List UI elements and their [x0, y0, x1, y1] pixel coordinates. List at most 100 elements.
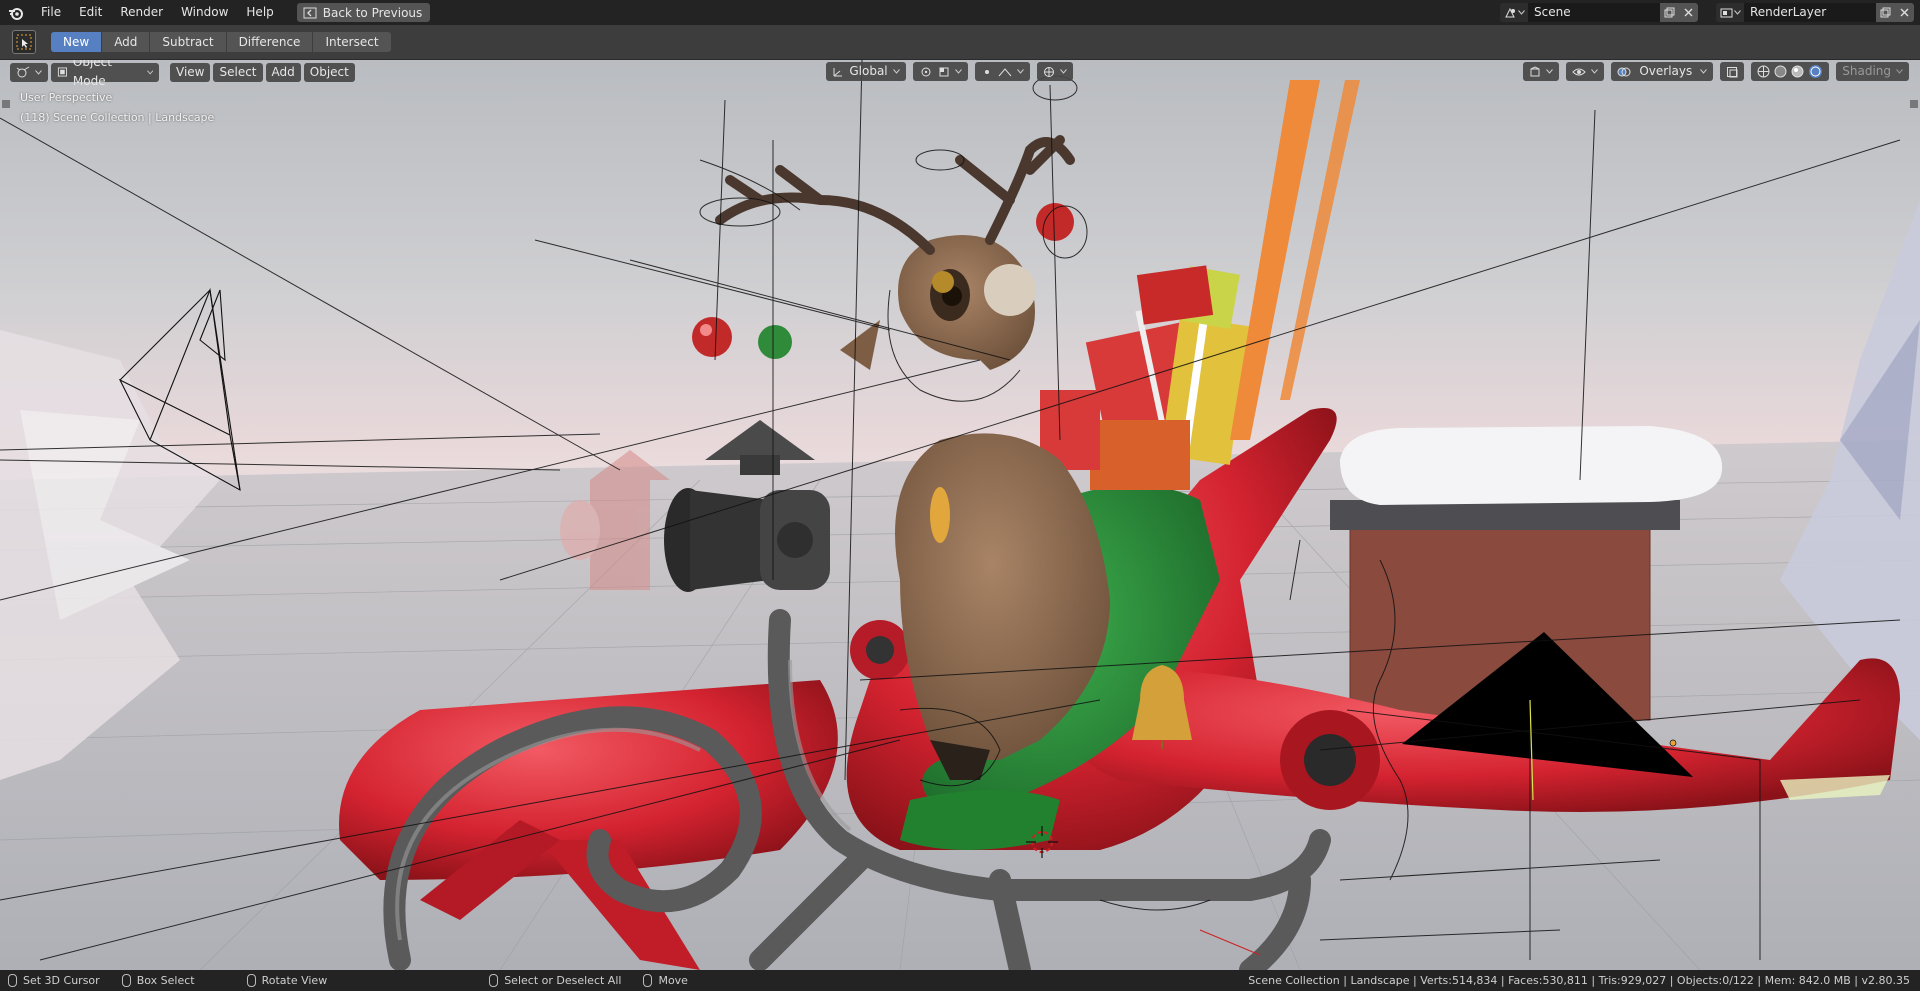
select-menu-label: Select: [219, 64, 257, 79]
scene-new-button[interactable]: [1660, 3, 1679, 22]
green-seat-cushion: [900, 790, 1060, 850]
3d-viewport[interactable]: Object Mode View Select Add Object Globa…: [0, 60, 1920, 970]
transform-controls: Global: [826, 62, 1076, 81]
back-icon: [303, 7, 317, 18]
orange-skis: [1230, 80, 1320, 440]
view-layer-browse-dropdown[interactable]: [1716, 3, 1744, 22]
back-to-previous-label: Back to Previous: [322, 5, 423, 20]
rendered-shading-icon[interactable]: [1808, 64, 1823, 79]
render-layer-name-field[interactable]: [1744, 3, 1876, 22]
mode-difference-button[interactable]: Difference: [226, 32, 314, 52]
add-menu[interactable]: Add: [265, 62, 301, 82]
scene-name-field[interactable]: [1528, 3, 1660, 22]
view-menu-label: View: [176, 64, 205, 79]
chevron-down-icon: [1060, 69, 1067, 74]
transform-orientation-dropdown[interactable]: Global: [826, 62, 906, 81]
wireframe-shading-icon[interactable]: [1757, 65, 1770, 78]
chevron-down-icon: [146, 69, 153, 75]
snap-icon: [939, 67, 949, 76]
view-layer-new-button[interactable]: [1876, 3, 1895, 22]
mode-subtract-button[interactable]: Subtract: [150, 32, 227, 52]
close-icon: [1900, 8, 1909, 17]
chevron-down-icon: [1546, 69, 1554, 74]
mode-new-button[interactable]: New: [51, 32, 103, 52]
mouse-middle-icon: [246, 974, 256, 987]
menu-file[interactable]: File: [32, 0, 70, 25]
sidebar-expand-handle[interactable]: [1910, 100, 1918, 108]
gizmo-dropdown[interactable]: [1037, 62, 1073, 81]
scene-delete-button[interactable]: [1679, 3, 1698, 22]
view-menu[interactable]: View: [170, 62, 211, 82]
proportional-edit-icon: [985, 69, 989, 74]
view-layer-selector[interactable]: [1716, 3, 1914, 22]
visibility-dropdown[interactable]: [1523, 62, 1560, 81]
chevron-down-icon: [1896, 69, 1903, 74]
mode-add-button[interactable]: Add: [102, 32, 151, 52]
scene-browse-dropdown[interactable]: [1500, 3, 1528, 22]
view-layer-delete-button[interactable]: [1895, 3, 1914, 22]
overlays-dropdown[interactable]: Overlays: [1611, 62, 1714, 81]
select-box-tool-icon: [16, 34, 32, 50]
hint-set-3d-cursor: Set 3D Cursor: [8, 974, 100, 987]
3d-view-icon: [16, 66, 30, 78]
menu-edit[interactable]: Edit: [70, 0, 111, 25]
light-origin-dot: [1669, 739, 1677, 747]
solid-shading-icon[interactable]: [1774, 65, 1787, 78]
hint-move: Move: [643, 974, 688, 987]
selectability-icon: [1530, 65, 1540, 76]
back-to-previous-button[interactable]: Back to Previous: [296, 3, 431, 22]
material-shading-icon[interactable]: [1791, 65, 1804, 78]
object-menu-label: Object: [309, 64, 349, 79]
antler-left: [715, 165, 935, 255]
pivot-point-dropdown[interactable]: [913, 62, 968, 81]
hint-rotate-view: Rotate View: [246, 974, 328, 987]
chevron-down-icon: [1517, 10, 1525, 15]
falloff-icon: [998, 67, 1012, 76]
shading-dropdown[interactable]: Shading: [1836, 62, 1909, 81]
chevron-down-icon: [1700, 69, 1708, 74]
xray-icon: [1727, 66, 1738, 77]
hint-select-deselect-label: Select or Deselect All: [504, 974, 622, 987]
mode-intersect-button[interactable]: Intersect: [313, 32, 391, 52]
duplicate-icon: [1880, 7, 1891, 18]
proportional-edit-dropdown[interactable]: [975, 62, 1030, 81]
shading-label: Shading: [1842, 64, 1891, 78]
gizmo-icon: [1044, 66, 1054, 77]
menu-render[interactable]: Render: [111, 0, 172, 25]
scene-statistics: Scene Collection | Landscape | Verts:514…: [1248, 974, 1910, 987]
object-menu[interactable]: Object: [303, 62, 355, 82]
hint-box-select-label: Box Select: [136, 974, 195, 987]
status-bar: Set 3D Cursor Box Select Rotate View Sel…: [0, 970, 1920, 991]
pivot-icon: [921, 67, 931, 76]
render-layer-icon: [1720, 8, 1732, 17]
shading-mode-selector: [1751, 62, 1830, 81]
object-mode-dropdown[interactable]: Object Mode: [51, 60, 159, 88]
mouse-left-icon: [8, 974, 17, 987]
hint-move-label: Move: [658, 974, 688, 987]
chevron-down-icon: [1591, 69, 1599, 74]
active-tool-button[interactable]: [12, 30, 36, 54]
chevron-down-icon: [1017, 69, 1024, 74]
collection-info-label: (118) Scene Collection | Landscape: [20, 111, 215, 124]
chevron-down-icon: [1733, 10, 1741, 15]
orientation-axes-icon: [833, 67, 842, 76]
mouse-right-icon: [489, 974, 499, 987]
blender-logo-icon[interactable]: [0, 0, 32, 25]
menu-help[interactable]: Help: [237, 0, 282, 25]
xray-toggle[interactable]: [1720, 62, 1745, 81]
sleigh-lantern: [664, 420, 830, 592]
toolbar-expand-handle[interactable]: [2, 100, 10, 108]
object-mode-icon: [57, 67, 67, 77]
tool-settings-header: New Add Subtract Difference Intersect: [0, 25, 1920, 60]
scene-selector[interactable]: [1500, 3, 1698, 22]
editor-type-dropdown[interactable]: [10, 62, 48, 82]
gizmo-visibility-dropdown[interactable]: [1566, 62, 1605, 81]
perspective-label: User Perspective: [20, 91, 113, 104]
hint-rotate-view-label: Rotate View: [261, 974, 328, 987]
overlays-label: Overlays: [1639, 64, 1693, 78]
select-menu[interactable]: Select: [213, 62, 263, 82]
viewport-info-overlay: User Perspective (118) Scene Collection …: [20, 88, 214, 128]
menu-window[interactable]: Window: [172, 0, 237, 25]
chevron-down-icon: [35, 69, 42, 75]
object-mode-label: Object Mode: [72, 60, 112, 88]
